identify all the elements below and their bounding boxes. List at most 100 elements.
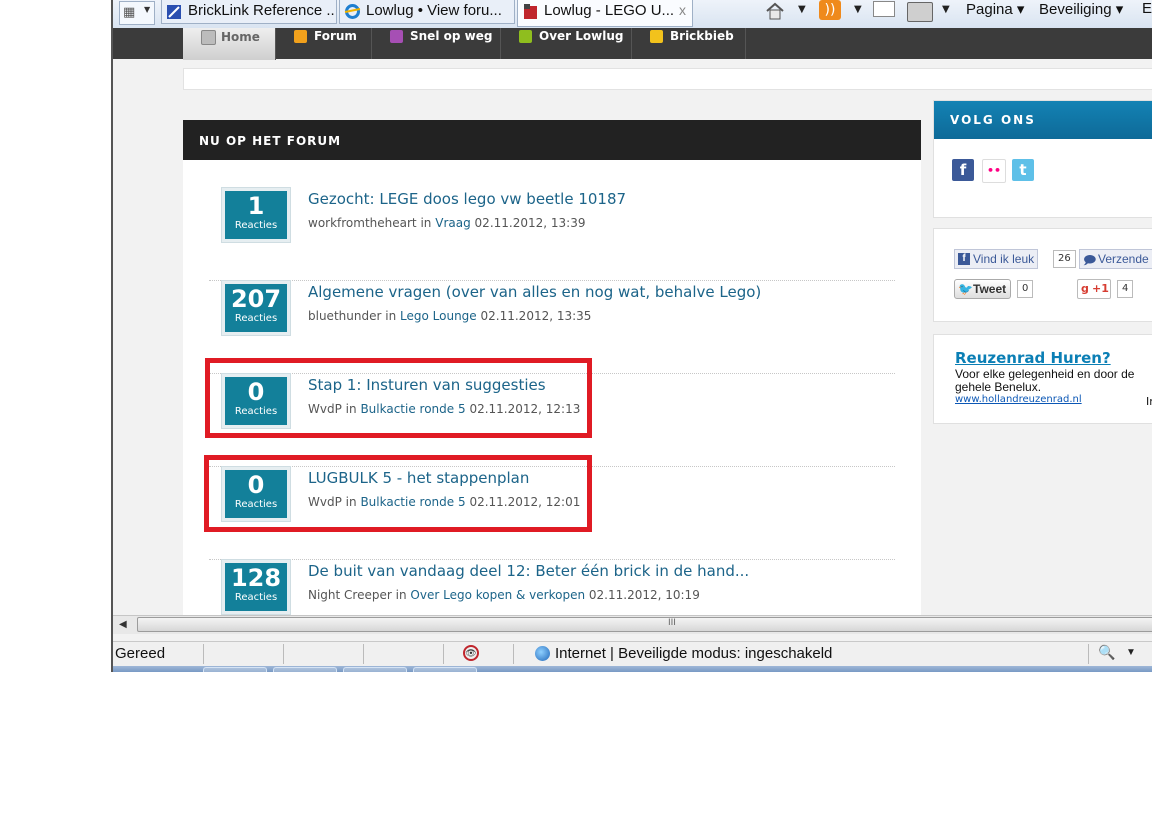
page-menu[interactable]: Pagina ▾ <box>966 0 1024 18</box>
site-navigation: Home Forum Snel op weg Over Lowlug Brick… <box>113 28 1152 60</box>
highlight-box <box>204 455 592 532</box>
post-title-link[interactable]: Gezocht: LEGE doos lego vw beetle 10187 <box>308 190 626 208</box>
tweet-label: Tweet <box>973 282 1007 296</box>
nav-brickbieb-label: Brickbieb <box>670 29 734 43</box>
post-category-link[interactable]: Over Lego kopen & verkopen <box>410 588 585 602</box>
taskbar-button[interactable] <box>273 667 337 672</box>
internet-zone-icon <box>535 646 550 661</box>
taskbar-button[interactable] <box>413 667 477 672</box>
status-text: Gereed <box>115 645 166 662</box>
quick-tabs-button[interactable]: ▦ ▼ <box>119 1 155 25</box>
ad-title-link[interactable]: Reuzenrad Huren? <box>955 349 1111 367</box>
google-plus-label: +1 <box>1092 282 1109 295</box>
tab-bricklink[interactable]: BrickLink Reference ... <box>161 0 337 24</box>
divider <box>203 644 204 664</box>
security-menu[interactable]: Beveiliging ▾ <box>1039 0 1123 18</box>
nav-home[interactable]: Home <box>183 28 276 60</box>
browser-window: ▦ ▼ BrickLink Reference ... Lowlug • Vie… <box>111 0 1152 672</box>
post-date: 02.11.2012, 13:35 <box>480 309 592 323</box>
forum-post: 1 Reacties Gezocht: LEGE doos lego vw be… <box>209 187 895 281</box>
ad-url-link[interactable]: www.hollandreuzenrad.nl <box>955 394 1082 405</box>
library-icon <box>650 30 663 43</box>
reply-label: Reacties <box>234 220 278 231</box>
tab-lowlug-forum[interactable]: Lowlug • View foru... <box>339 0 515 24</box>
tab-lowlug-lego[interactable]: Lowlug - LEGO U... x <box>517 0 693 27</box>
divider <box>443 644 444 664</box>
rss-feed-icon[interactable]: )) <box>819 0 841 20</box>
nav-forum-label: Forum <box>314 29 357 43</box>
post-in: in <box>420 216 432 230</box>
ie-favicon-icon <box>344 4 361 19</box>
content-top-strip <box>183 68 1152 90</box>
privacy-report-icon[interactable]: 👁 <box>463 645 479 661</box>
tab-label: Lowlug - LEGO U... <box>544 2 675 19</box>
chevron-down-icon[interactable]: ▼ <box>854 4 862 15</box>
extra-menu[interactable]: Ex <box>1142 0 1152 17</box>
divider <box>1088 644 1089 664</box>
nav-forum[interactable]: Forum <box>276 28 372 59</box>
security-zone-text[interactable]: Internet | Beveiligde modus: ingeschakel… <box>555 645 832 662</box>
chevron-down-icon[interactable]: ▼ <box>942 4 950 15</box>
twitter-bird-icon: 🐦 <box>958 282 973 296</box>
status-bar: Gereed 👁 Internet | Beveiligde modus: in… <box>113 641 1152 667</box>
post-in: in <box>385 309 397 323</box>
ad-text: Voor elke gelegenheid en door de gehele … <box>955 367 1135 394</box>
like-label: Vind ik leuk <box>973 252 1035 266</box>
google-plus-button[interactable]: g +1 <box>1077 279 1111 299</box>
reply-count-badge: 1 Reacties <box>221 187 291 243</box>
follow-us-panel: VOLG ONS f •• t <box>933 100 1152 218</box>
post-author: bluethunder <box>308 309 382 323</box>
nav-snel-op-weg[interactable]: Snel op weg <box>372 28 501 59</box>
quickstart-icon <box>390 30 403 43</box>
send-button[interactable]: 🗩 Verzende <box>1079 249 1152 269</box>
post-category-link[interactable]: Vraag <box>435 216 470 230</box>
facebook-like-button[interactable]: f Vind ik leuk <box>954 249 1039 269</box>
post-category-link[interactable]: Lego Lounge <box>400 309 477 323</box>
post-date: 02.11.2012, 13:39 <box>474 216 586 230</box>
post-title-link[interactable]: De buit van vandaag deel 12: Beter één b… <box>308 562 749 580</box>
tweet-count: 0 <box>1017 280 1034 298</box>
follow-us-header: VOLG ONS <box>934 101 1152 139</box>
scroll-left-arrow-icon[interactable]: ◀ <box>119 619 127 630</box>
divider <box>363 644 364 664</box>
print-icon[interactable] <box>907 2 933 22</box>
reply-count-badge: 128 Reacties <box>221 559 291 615</box>
page-menu-label: Pagina <box>966 1 1013 18</box>
reply-count: 207 <box>230 285 282 313</box>
post-meta: workfromtheheart in Vraag 02.11.2012, 13… <box>308 216 585 230</box>
highlight-box <box>205 358 592 438</box>
chevron-down-icon[interactable]: ▼ <box>1126 647 1136 658</box>
home-icon[interactable] <box>765 1 785 21</box>
forum-panel-title: NU OP HET FORUM <box>199 134 342 148</box>
horizontal-scrollbar[interactable]: ◀ III <box>113 615 1152 634</box>
taskbar-button[interactable] <box>343 667 407 672</box>
zoom-icon[interactable]: 🔍 <box>1098 644 1115 661</box>
tweet-button[interactable]: 🐦 Tweet <box>954 279 1012 299</box>
tab-label: BrickLink Reference ... <box>188 2 337 19</box>
reply-count-badge: 207 Reacties <box>221 280 291 336</box>
flickr-icon[interactable]: •• <box>982 159 1006 183</box>
nav-over-lowlug[interactable]: Over Lowlug <box>501 28 632 59</box>
google-plus-count: 4 <box>1117 280 1134 298</box>
forum-icon <box>294 30 307 43</box>
post-title-link[interactable]: Algemene vragen (over van alles en nog w… <box>308 283 761 301</box>
divider <box>283 644 284 664</box>
nav-snel-op-weg-label: Snel op weg <box>410 29 493 43</box>
mail-icon[interactable] <box>873 1 895 17</box>
nav-brickbieb[interactable]: Brickbieb <box>632 28 746 59</box>
close-icon[interactable]: x <box>679 2 686 18</box>
reply-label: Reacties <box>234 592 278 603</box>
advertisement: Reuzenrad Huren? Voor elke gelegenheid e… <box>933 334 1152 424</box>
facebook-icon[interactable]: f <box>952 159 974 181</box>
scrollbar-thumb[interactable]: III <box>137 617 1152 632</box>
nav-over-lowlug-label: Over Lowlug <box>539 29 624 43</box>
taskbar-button[interactable] <box>203 667 267 672</box>
twitter-icon[interactable]: t <box>1012 159 1034 181</box>
post-in: in <box>395 588 407 602</box>
tab-label: Lowlug • View foru... <box>366 2 502 19</box>
chevron-down-icon[interactable]: ▼ <box>798 4 806 15</box>
tab-bar: ▦ ▼ BrickLink Reference ... Lowlug • Vie… <box>113 0 1152 29</box>
social-share-panel: f Vind ik leuk 26 🗩 Verzende 🐦 Tweet 0 g… <box>933 228 1152 322</box>
post-meta: bluethunder in Lego Lounge 02.11.2012, 1… <box>308 309 591 323</box>
chevron-down-icon: ▼ <box>144 5 151 14</box>
